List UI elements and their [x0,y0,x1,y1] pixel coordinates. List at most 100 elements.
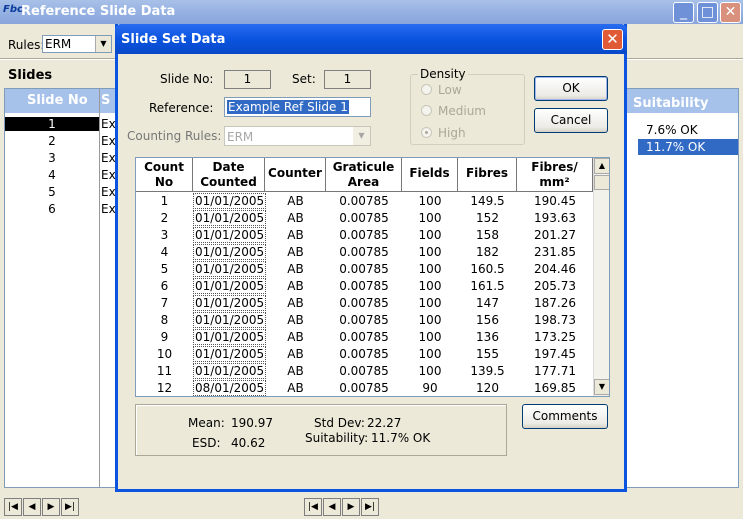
counter-cell[interactable]: AB [265,329,326,346]
fibres-per-mm2-cell[interactable]: 193.63 [517,210,593,227]
count-no-cell[interactable]: 6 [136,278,193,295]
cancel-button[interactable]: Cancel [534,108,608,133]
first-record-button[interactable]: |◀ [304,498,322,516]
fields-cell[interactable]: 100 [402,363,458,380]
counter-cell[interactable]: AB [265,278,326,295]
fields-cell[interactable]: 100 [402,295,458,312]
fields-cell[interactable]: 100 [402,244,458,261]
counter-cell[interactable]: AB [265,193,326,210]
fibres-cell[interactable]: 152 [458,210,517,227]
counter-cell[interactable]: AB [265,295,326,312]
counter-cell[interactable]: AB [265,380,326,396]
graticule-area-cell[interactable]: 0.00785 [326,210,402,227]
table-row[interactable]: 12 08/01/2005 AB 0.00785 90 120 169.85 [136,380,593,396]
fibres-cell[interactable]: 182 [458,244,517,261]
graticule-area-cell[interactable]: 0.00785 [326,363,402,380]
density-radio-medium[interactable]: Medium [421,104,486,118]
graticule-area-cell[interactable]: 0.00785 [326,312,402,329]
graticule-area-cell[interactable]: 0.00785 [326,380,402,396]
date-counted-cell[interactable]: 01/01/2005 [193,210,267,227]
count-no-cell[interactable]: 11 [136,363,193,380]
prev-record-button[interactable]: ◀ [323,498,341,516]
fibres-per-mm2-cell[interactable]: 197.45 [517,346,593,363]
fields-cell[interactable]: 100 [402,312,458,329]
rules-select[interactable]: ERM ▼ [42,35,112,53]
main-close-button[interactable]: ✕ [720,2,741,23]
date-counted-cell[interactable]: 08/01/2005 [193,380,267,396]
first-record-button[interactable]: |◀ [4,498,22,516]
fields-cell[interactable]: 90 [402,380,458,396]
fibres-cell[interactable]: 149.5 [458,193,517,210]
density-radio-high[interactable]: High [421,126,466,140]
count-no-cell[interactable]: 1 [136,193,193,210]
fibres-per-mm2-cell[interactable]: 231.85 [517,244,593,261]
column-header-fields[interactable]: Fields [402,158,458,192]
chevron-down-icon[interactable]: ▼ [95,36,111,52]
count-no-cell[interactable]: 9 [136,329,193,346]
graticule-area-cell[interactable]: 0.00785 [326,329,402,346]
graticule-area-cell[interactable]: 0.00785 [326,295,402,312]
scroll-up-arrow-icon[interactable]: ▲ [594,158,609,174]
table-row[interactable]: 10 01/01/2005 AB 0.00785 100 155 197.45 [136,346,593,363]
table-row[interactable]: 1 01/01/2005 AB 0.00785 100 149.5 190.45 [136,193,593,210]
count-no-cell[interactable]: 10 [136,346,193,363]
fibres-per-mm2-cell[interactable]: 190.45 [517,193,593,210]
date-counted-cell[interactable]: 01/01/2005 [193,227,267,244]
fibres-cell[interactable]: 156 [458,312,517,329]
fibres-cell[interactable]: 160.5 [458,261,517,278]
count-no-cell[interactable]: 7 [136,295,193,312]
count-no-cell[interactable]: 3 [136,227,193,244]
counter-cell[interactable]: AB [265,346,326,363]
table-row[interactable]: 5 01/01/2005 AB 0.00785 100 160.5 204.46 [136,261,593,278]
fibres-cell[interactable]: 158 [458,227,517,244]
fibres-cell[interactable]: 161.5 [458,278,517,295]
date-counted-cell[interactable]: 01/01/2005 [193,278,267,295]
column-header-name[interactable]: S [101,93,110,108]
fibres-per-mm2-cell[interactable]: 201.27 [517,227,593,244]
dialog-close-button[interactable]: ✕ [602,29,623,50]
column-header-graticule-area[interactable]: Graticule Area [326,158,402,192]
fibres-per-mm2-cell[interactable]: 198.73 [517,312,593,329]
table-row[interactable]: 2 01/01/2005 AB 0.00785 100 152 193.63 [136,210,593,227]
column-header-slide-no[interactable]: Slide No [27,93,88,108]
table-row[interactable]: 4 01/01/2005 AB 0.00785 100 182 231.85 [136,244,593,261]
column-header-suitability[interactable]: Suitability [633,96,708,111]
last-record-button[interactable]: ▶| [61,498,79,516]
table-row[interactable]: 6 01/01/2005 AB 0.00785 100 161.5 205.73 [136,278,593,295]
count-no-cell[interactable]: 4 [136,244,193,261]
counting-rules-select[interactable]: ERM ▼ [224,126,371,146]
column-header-counter[interactable]: Counter [265,158,326,192]
fibres-per-mm2-cell[interactable]: 204.46 [517,261,593,278]
table-row[interactable]: 3 01/01/2005 AB 0.00785 100 158 201.27 [136,227,593,244]
counter-cell[interactable]: AB [265,261,326,278]
fields-cell[interactable]: 100 [402,210,458,227]
graticule-area-cell[interactable]: 0.00785 [326,244,402,261]
main-title-bar[interactable]: Fbc Reference Slide Data [0,0,743,24]
suitability-cell[interactable]: 7.6% OK [638,122,738,138]
table-row[interactable]: 11 01/01/2005 AB 0.00785 100 139.5 177.71 [136,363,593,380]
minimize-button[interactable]: _ [673,2,694,23]
column-header-date-counted[interactable]: Date Counted [193,158,265,192]
prev-record-button[interactable]: ◀ [23,498,41,516]
density-radio-low[interactable]: Low [421,83,462,97]
date-counted-cell[interactable]: 01/01/2005 [193,363,267,380]
counter-cell[interactable]: AB [265,244,326,261]
fibres-cell[interactable]: 155 [458,346,517,363]
count-no-cell[interactable]: 12 [136,380,193,396]
fields-cell[interactable]: 100 [402,346,458,363]
column-header-fibres-per-mm2[interactable]: Fibres/ mm² [517,158,593,192]
fibres-per-mm2-cell[interactable]: 205.73 [517,278,593,295]
counter-cell[interactable]: AB [265,210,326,227]
scroll-down-arrow-icon[interactable]: ▼ [594,379,609,395]
next-record-button[interactable]: ▶ [342,498,360,516]
fibres-per-mm2-cell[interactable]: 169.85 [517,380,593,396]
fibres-cell[interactable]: 147 [458,295,517,312]
graticule-area-cell[interactable]: 0.00785 [326,278,402,295]
counts-table[interactable]: Count No Date Counted Counter Graticule … [135,157,610,397]
maximize-button[interactable]: □ [697,2,718,23]
count-no-cell[interactable]: 5 [136,261,193,278]
table-row[interactable]: 8 01/01/2005 AB 0.00785 100 156 198.73 [136,312,593,329]
counter-cell[interactable]: AB [265,312,326,329]
graticule-area-cell[interactable]: 0.00785 [326,193,402,210]
scrollbar-thumb[interactable] [594,175,609,190]
